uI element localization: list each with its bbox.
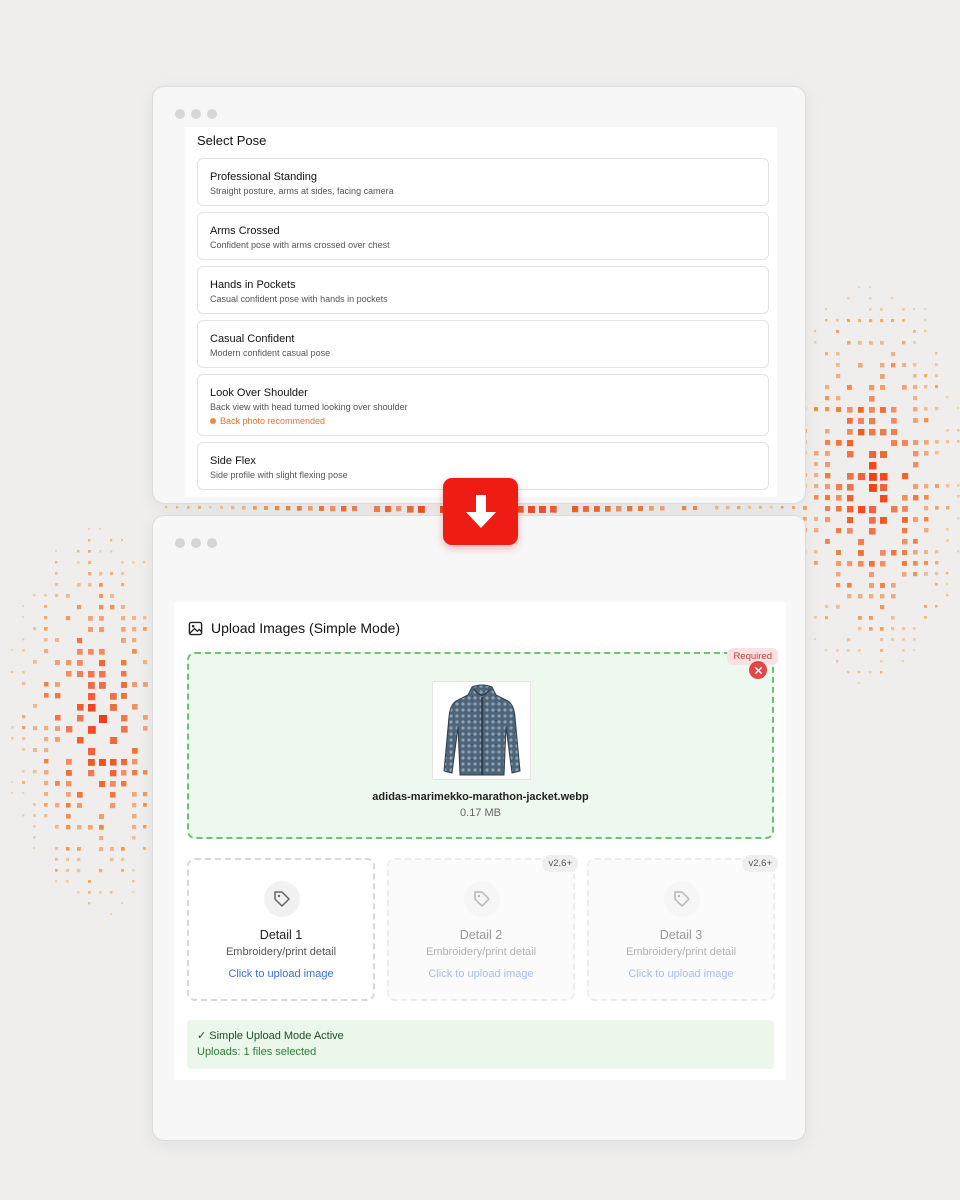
upload-panel: Upload Images (Simple Mode) Required adi… [174, 602, 786, 1080]
uploaded-image-thumbnail [432, 681, 531, 780]
detail-upload-link[interactable]: Click to upload image [589, 968, 773, 980]
pose-name: Arms Crossed [210, 225, 280, 237]
pose-window: Select Pose Professional Standing Straig… [152, 86, 806, 504]
detail-title: Detail 2 [459, 928, 503, 942]
pose-name: Look Over Shoulder [210, 387, 308, 399]
status-title: ✓ Simple Upload Mode Active [197, 1030, 344, 1042]
tag-icon-circle [264, 881, 300, 917]
remove-file-button[interactable] [749, 661, 767, 679]
pose-description: Confident pose with arms crossed over ch… [210, 240, 390, 250]
detail-1-upload[interactable]: Detail 1 Embroidery/print detail Click t… [187, 858, 375, 1001]
jacket-image [442, 684, 521, 775]
uploaded-file-size: 0.17 MB [460, 807, 501, 819]
pose-description: Straight posture, arms at sides, facing … [210, 186, 394, 196]
pose-description: Casual confident pose with hands in pock… [210, 294, 388, 304]
pose-list: Professional Standing Straight posture, … [197, 158, 769, 496]
warning-dot-icon [210, 418, 216, 424]
tag-icon-circle [664, 881, 700, 917]
pose-panel: Select Pose Professional Standing Straig… [185, 127, 777, 497]
tag-icon [274, 891, 290, 907]
pose-name: Professional Standing [210, 171, 318, 183]
upload-status-box: ✓ Simple Upload Mode Active Uploads: 1 f… [187, 1020, 774, 1069]
detail-3-upload[interactable]: v2.6+ Detail 3 Embroidery/print detail C… [587, 855, 778, 1001]
uploaded-file-name: adidas-marimekko-marathon-jacket.webp [372, 791, 589, 803]
detail-subtitle: Embroidery/print detail [625, 946, 737, 958]
detail-2-upload[interactable]: v2.6+ Detail 2 Embroidery/print detail C… [387, 855, 578, 1001]
pose-description: Modern confident casual pose [210, 348, 331, 358]
pose-name: Casual Confident [210, 333, 295, 345]
upload-window: Upload Images (Simple Mode) Required adi… [152, 515, 806, 1141]
pose-option-casual-confident[interactable]: Casual Confident Modern confident casual… [197, 320, 769, 368]
pose-option-hands-in-pockets[interactable]: Hands in Pockets Casual confident pose w… [197, 266, 769, 314]
detail-upload-link[interactable]: Click to upload image [189, 968, 373, 980]
detail-subtitle: Embroidery/print detail [425, 946, 537, 958]
detail-title: Detail 3 [659, 928, 703, 942]
arrow-down-icon [465, 494, 496, 528]
detail-upload-row: Detail 1 Embroidery/print detail Click t… [187, 855, 778, 1001]
arrow-down-badge [443, 478, 518, 545]
image-icon [188, 621, 203, 635]
pose-warning-text: Back photo recommended [220, 416, 326, 426]
window-controls [175, 538, 217, 548]
detail-upload-link[interactable]: Click to upload image [389, 968, 573, 980]
pose-warning: Back photo recommended [210, 416, 756, 426]
window-controls [175, 109, 217, 119]
upload-title: Upload Images (Simple Mode) [211, 620, 401, 636]
tag-icon-circle [464, 881, 500, 917]
pose-option-arms-crossed[interactable]: Arms Crossed Confident pose with arms cr… [197, 212, 769, 260]
version-badge: v2.6+ [742, 855, 778, 872]
pose-name: Hands in Pockets [210, 279, 296, 291]
pose-section-title: Select Pose [197, 133, 267, 148]
version-badge: v2.6+ [542, 855, 578, 872]
pose-name: Side Flex [210, 455, 256, 467]
status-subtitle: Uploads: 1 files selected [197, 1046, 317, 1058]
upload-header: Upload Images (Simple Mode) [188, 620, 400, 636]
tag-icon [474, 891, 490, 907]
detail-title: Detail 1 [259, 928, 303, 942]
close-icon [754, 666, 762, 674]
pose-option-look-over-shoulder[interactable]: Look Over Shoulder Back view with head t… [197, 374, 769, 436]
detail-subtitle: Embroidery/print detail [225, 946, 337, 958]
pose-description: Back view with head turned looking over … [210, 402, 408, 412]
pose-option-professional-standing[interactable]: Professional Standing Straight posture, … [197, 158, 769, 206]
main-image-dropzone[interactable]: Required adidas-marimekko-marathon-jacke… [187, 648, 778, 839]
tag-icon [674, 891, 690, 907]
